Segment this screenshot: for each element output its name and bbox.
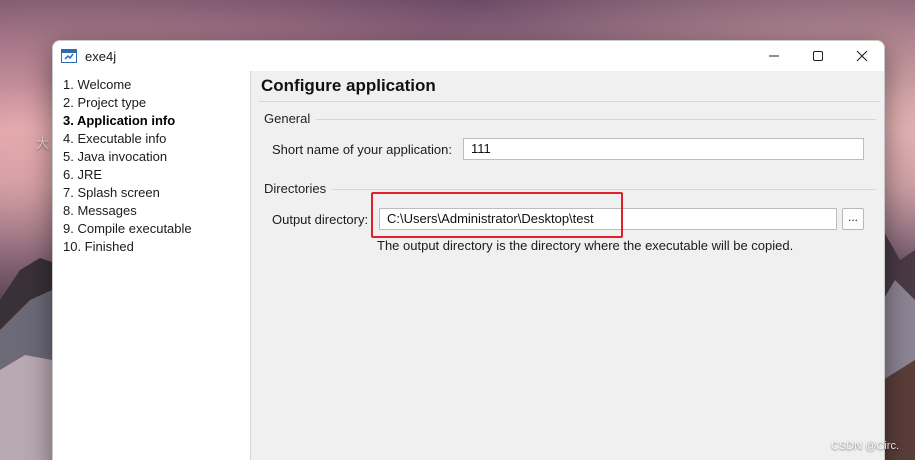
short-name-label: Short name of your application: <box>272 142 452 157</box>
step-executable-info[interactable]: 4. Executable info <box>53 130 250 148</box>
step-project-type[interactable]: 2. Project type <box>53 94 250 112</box>
step-java-invocation[interactable]: 5. Java invocation <box>53 148 250 166</box>
title-bar[interactable]: exe4j <box>53 41 884 72</box>
red-highlight-box <box>371 192 623 238</box>
page-title: Configure application <box>261 76 436 95</box>
window-content: 1. Welcome 2. Project type 3. Applicatio… <box>53 71 884 460</box>
maximize-icon <box>813 51 823 61</box>
step-splash-screen[interactable]: 7. Splash screen <box>53 184 250 202</box>
window-controls <box>752 41 884 71</box>
step-finished[interactable]: 10. Finished <box>53 238 250 256</box>
directories-header-label: Directories <box>264 181 327 196</box>
output-directory-hint: The output directory is the directory wh… <box>377 238 794 253</box>
step-welcome[interactable]: 1. Welcome <box>53 76 250 94</box>
step-jre[interactable]: 6. JRE <box>53 166 250 184</box>
window-title: exe4j <box>85 48 117 64</box>
steps-list: 1. Welcome 2. Project type 3. Applicatio… <box>53 71 251 460</box>
output-directory-label: Output directory: <box>272 212 369 227</box>
main-panel: Configure application General Short name… <box>251 71 884 460</box>
step-application-info[interactable]: 3. Application info <box>53 112 250 130</box>
minimize-button[interactable] <box>752 41 796 71</box>
short-name-input[interactable]: 111 <box>463 138 864 160</box>
desktop-background: 大 exe4j 1. Welcome 2. Project type 3. Ap… <box>0 0 915 460</box>
title-divider <box>259 101 880 102</box>
watermark: CSDN @Circ. <box>831 440 899 452</box>
general-section-header: General <box>264 111 876 126</box>
directories-divider <box>332 188 876 190</box>
general-header-label: General <box>264 111 311 126</box>
browse-button[interactable]: ... <box>842 208 864 230</box>
desktop-side-text: 大 <box>36 136 50 151</box>
step-messages[interactable]: 8. Messages <box>53 202 250 220</box>
minimize-icon <box>769 55 779 57</box>
general-divider <box>316 118 876 120</box>
close-icon <box>856 50 868 62</box>
exe4j-app-icon <box>61 49 77 63</box>
step-compile-executable[interactable]: 9. Compile executable <box>53 220 250 238</box>
close-button[interactable] <box>840 41 884 71</box>
exe4j-window: exe4j 1. Welcome 2. Project type 3. Appl… <box>52 40 885 460</box>
maximize-button[interactable] <box>796 41 840 71</box>
